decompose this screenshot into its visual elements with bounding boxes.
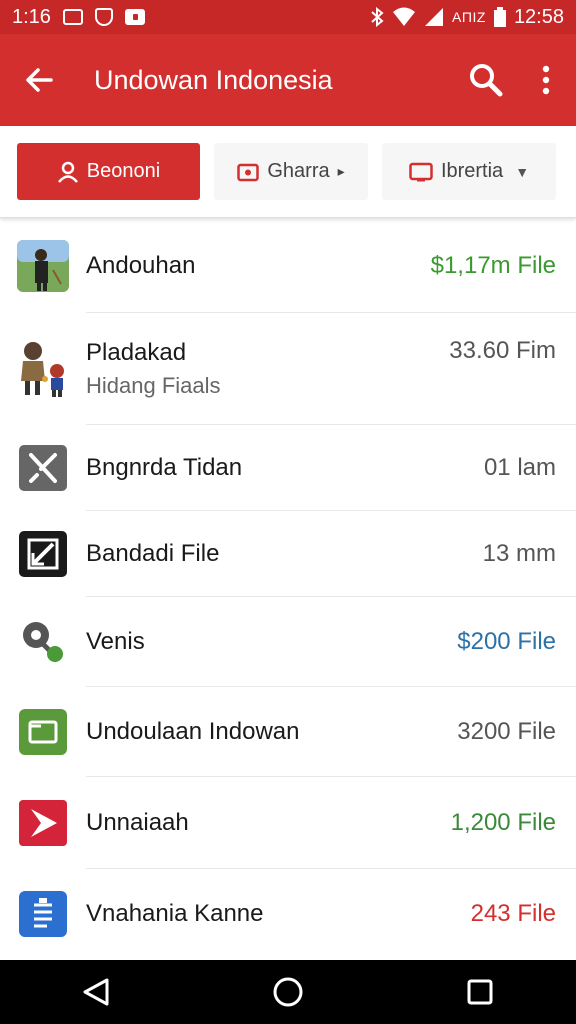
notification-icon — [124, 9, 145, 25]
file-list: Andouhan $1,17m File Pladakad Hidang Fia… — [0, 218, 576, 959]
bluetooth-icon — [371, 7, 384, 27]
item-size: 1,200 File — [450, 809, 556, 836]
list-item[interactable]: Bandadi File 13 mm — [0, 511, 576, 597]
document-icon — [19, 891, 67, 937]
more-vert-icon — [542, 65, 550, 95]
status-clock: 12:58 — [513, 5, 564, 28]
item-size: 3200 File — [457, 718, 556, 745]
gallery-icon — [62, 9, 83, 25]
item-size: $200 File — [457, 628, 556, 655]
characters-icon — [21, 342, 64, 397]
recents-square-icon — [467, 979, 493, 1005]
item-size: 01 lam — [483, 454, 556, 481]
nav-back-button[interactable] — [66, 962, 126, 1022]
item-name: Venis — [86, 628, 145, 655]
edit-icon — [19, 531, 67, 577]
home-circle-icon — [273, 977, 303, 1007]
filter-chip-label: Beononi — [86, 160, 161, 182]
status-bar: 1:16 ΑΠΙΖ 12:58 — [0, 0, 576, 34]
list-item[interactable]: Venis $200 File — [0, 597, 576, 687]
filter-bar: Beononi Gharra ▸ Ibrertia ▼ — [0, 126, 576, 218]
filter-chip-gharra[interactable]: Gharra ▸ — [214, 143, 368, 200]
nav-recents-button[interactable] — [450, 962, 510, 1022]
nav-home-button[interactable] — [258, 962, 318, 1022]
folder-icon — [19, 709, 67, 755]
search-button[interactable] — [456, 34, 516, 126]
filter-chip-label: Gharra — [267, 160, 330, 182]
tools-icon — [19, 445, 67, 491]
filter-chip-ibrertia[interactable]: Ibrertia ▼ — [382, 143, 556, 200]
item-size: 33.60 Fim — [449, 337, 556, 364]
signal-icon — [425, 8, 444, 26]
filter-chip-label: Ibrertia — [440, 160, 504, 182]
item-size: 13 mm — [482, 540, 556, 567]
battery-icon — [493, 7, 506, 27]
search-icon — [470, 64, 503, 97]
list-item[interactable]: Vnahania Kanne 243 File — [0, 869, 576, 959]
list-item[interactable]: Pladakad Hidang Fiaals 33.60 Fim — [0, 313, 576, 425]
filter-chip-beononi[interactable]: Beononi — [17, 143, 200, 200]
item-name: Undoulaan Indowan — [86, 718, 300, 745]
key-icon — [23, 622, 63, 662]
back-arrow-icon — [26, 68, 53, 92]
page-title: Undowan Indonesia — [94, 64, 333, 95]
item-size: 243 File — [470, 900, 556, 927]
shield-icon — [94, 8, 113, 26]
status-text: ΑΠΙΖ — [452, 9, 486, 25]
play-icon — [19, 800, 67, 846]
item-name: Pladakad — [86, 339, 187, 366]
more-options-button[interactable] — [516, 34, 576, 126]
item-size: $1,17m File — [430, 251, 556, 279]
item-name: Unnaiaah — [86, 809, 189, 836]
person-icon — [57, 161, 78, 183]
item-name: Andouhan — [86, 251, 196, 279]
list-item[interactable]: Undoulaan Indowan 3200 File — [0, 687, 576, 777]
back-triangle-icon — [83, 978, 109, 1006]
chevron-down-icon: ▼ — [515, 163, 530, 180]
item-name: Bngnrda Tidan — [86, 454, 243, 481]
wifi-icon — [393, 7, 416, 26]
list-item[interactable]: Unnaiaah 1,200 File — [0, 777, 576, 869]
status-time: 1:16 — [12, 5, 51, 28]
folder-icon — [409, 162, 433, 181]
item-subtitle: Hidang Fiaals — [86, 373, 221, 398]
back-button[interactable] — [0, 34, 78, 126]
app-bar: Undowan Indonesia — [0, 34, 576, 126]
system-nav-bar — [0, 960, 576, 1024]
list-item[interactable]: Andouhan $1,17m File — [0, 218, 576, 313]
person-photo-icon — [17, 239, 69, 292]
item-name: Bandadi File — [86, 540, 220, 567]
item-name: Vnahania Kanne — [86, 900, 264, 927]
chevron-right-icon: ▸ — [337, 163, 345, 179]
calendar-icon — [237, 163, 260, 181]
list-item[interactable]: Bngnrda Tidan 01 lam — [0, 425, 576, 511]
